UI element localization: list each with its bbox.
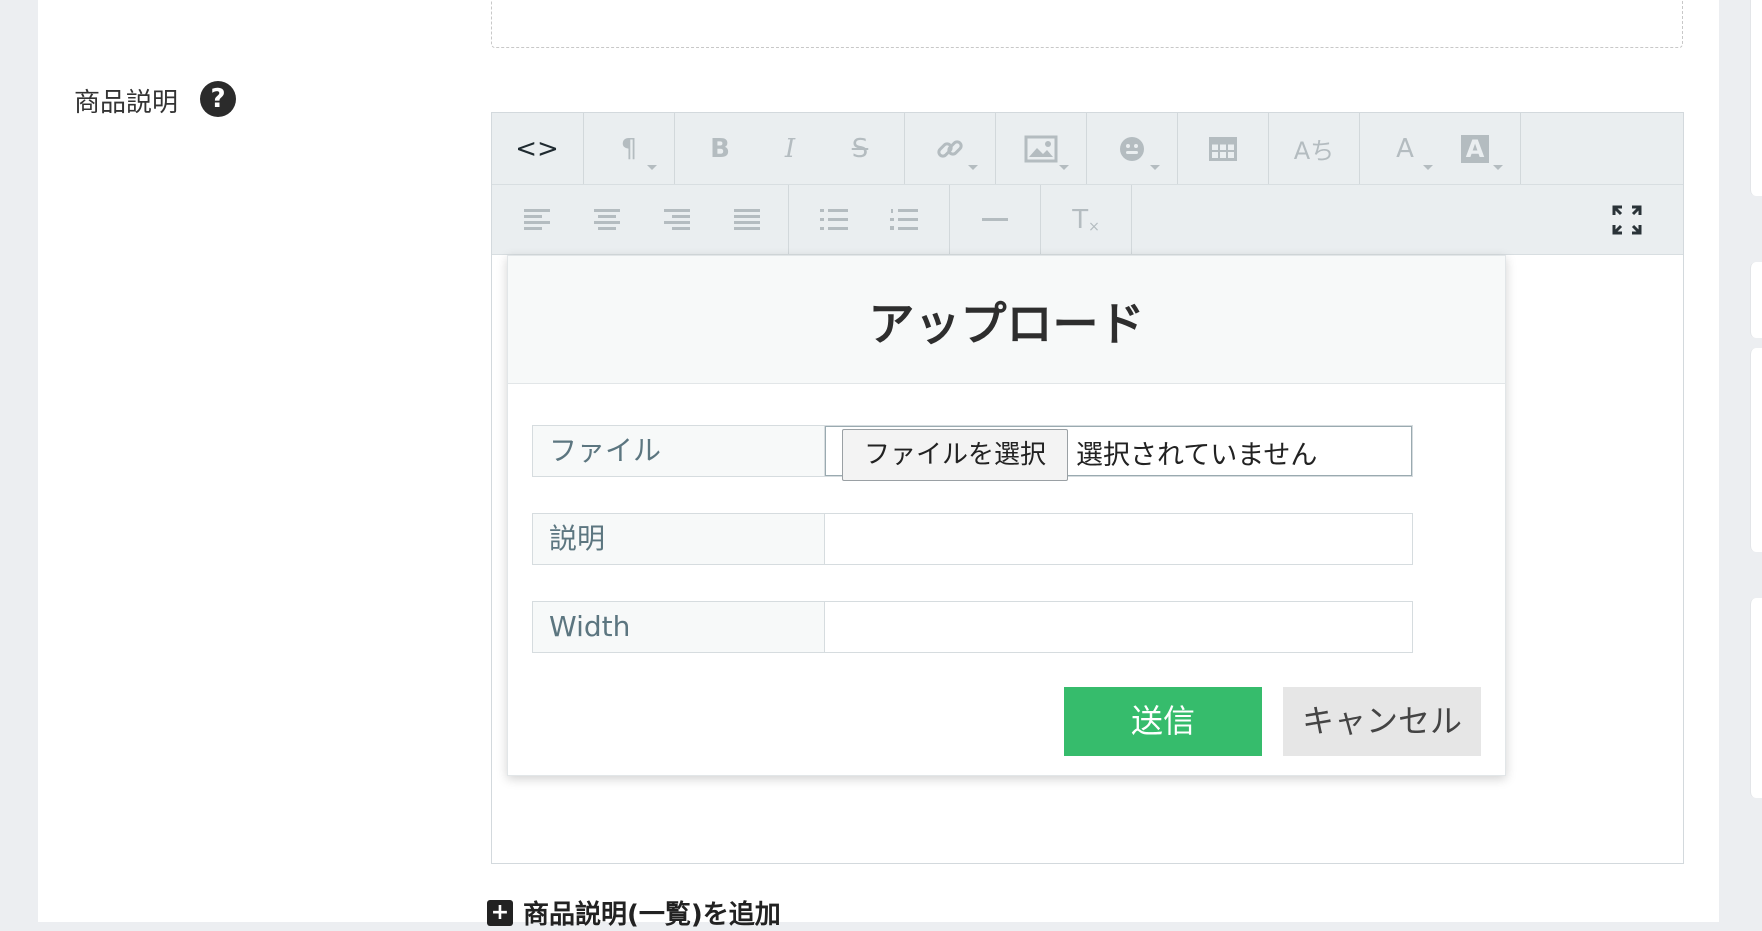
- toolbar-group: [1178, 113, 1269, 184]
- paragraph-format-icon[interactable]: ¶: [594, 113, 664, 184]
- upload-dialog: アップロード ファイル ファイルを選択 選択されていません 説明 Width 送…: [507, 255, 1506, 776]
- width-input[interactable]: [825, 602, 1412, 652]
- italic-icon[interactable]: I: [755, 113, 825, 184]
- caret-down-icon: [1150, 165, 1160, 170]
- image-icon[interactable]: [1006, 113, 1076, 184]
- caret-down-icon: [1423, 165, 1433, 170]
- help-icon[interactable]: ?: [200, 81, 236, 117]
- toolbar-row-2: T ×: [492, 185, 1683, 255]
- toolbar-group: <>: [492, 113, 584, 184]
- code-view-icon[interactable]: <>: [502, 113, 572, 184]
- bold-icon[interactable]: B: [685, 113, 755, 184]
- previous-field-box: [491, 0, 1683, 48]
- cancel-button[interactable]: キャンセル: [1283, 687, 1481, 756]
- dialog-title: アップロード: [868, 297, 1145, 351]
- right-card: [1750, 348, 1762, 552]
- file-row: ファイル ファイルを選択 選択されていません: [532, 425, 1413, 481]
- clear-format-glyph: T: [1072, 204, 1089, 235]
- choose-file-button[interactable]: ファイルを選択: [842, 429, 1068, 481]
- right-card: [1750, 262, 1762, 338]
- align-left-icon[interactable]: [502, 185, 572, 254]
- caret-down-icon: [647, 165, 657, 170]
- align-justify-icon[interactable]: [712, 185, 782, 254]
- bullet-list-icon[interactable]: [799, 185, 869, 254]
- align-right-icon[interactable]: [642, 185, 712, 254]
- toolbar-group: [789, 185, 950, 254]
- toolbar-group: Aち: [1269, 113, 1360, 184]
- numbered-list-icon[interactable]: [869, 185, 939, 254]
- description-label: 説明: [533, 514, 825, 564]
- caret-down-icon: [968, 165, 978, 170]
- ruby-icon[interactable]: Aち: [1279, 113, 1349, 184]
- toolbar-group: [1087, 113, 1178, 184]
- horizontal-rule-icon[interactable]: [960, 185, 1030, 254]
- description-row: 説明: [532, 513, 1413, 565]
- right-card: [1750, 598, 1762, 798]
- toolbar-group: [950, 185, 1041, 254]
- font-color-icon[interactable]: A: [1370, 113, 1440, 184]
- field-label: 商品説明: [74, 88, 179, 118]
- description-input[interactable]: [825, 514, 1412, 564]
- file-input[interactable]: ファイルを選択 選択されていません: [825, 426, 1412, 481]
- toolbar-group: T ×: [1041, 185, 1132, 254]
- fullscreen-icon[interactable]: [1592, 185, 1662, 254]
- toolbar-group: A A: [1360, 113, 1521, 184]
- toolbar-row-1: <> ¶ B I S Aち A A: [492, 113, 1683, 185]
- submit-button[interactable]: 送信: [1064, 687, 1262, 756]
- caret-down-icon: [1059, 165, 1069, 170]
- background-color-icon[interactable]: A: [1440, 113, 1510, 184]
- clear-format-x: ×: [1088, 218, 1100, 235]
- toolbar-group: [905, 113, 996, 184]
- link-icon[interactable]: [915, 113, 985, 184]
- toolbar-group: [996, 113, 1087, 184]
- clear-format-icon[interactable]: T ×: [1051, 185, 1121, 254]
- add-description-link[interactable]: + 商品説明(一覧)を追加: [487, 894, 781, 931]
- right-card: [1750, 0, 1762, 196]
- toolbar-group: [492, 185, 789, 254]
- file-label: ファイル: [533, 426, 825, 476]
- caret-down-icon: [1493, 165, 1503, 170]
- add-description-label: 商品説明(一覧)を追加: [523, 900, 781, 930]
- background-color-glyph: A: [1461, 134, 1489, 163]
- toolbar-group: ¶: [584, 113, 675, 184]
- table-icon[interactable]: [1188, 113, 1258, 184]
- file-status: 選択されていません: [1076, 440, 1318, 471]
- toolbar-group: B I S: [675, 113, 905, 184]
- width-row: Width: [532, 601, 1413, 653]
- dialog-header: アップロード: [508, 256, 1505, 384]
- strikethrough-icon[interactable]: S: [825, 113, 895, 184]
- emoticon-icon[interactable]: [1097, 113, 1167, 184]
- width-label: Width: [533, 602, 825, 652]
- align-center-icon[interactable]: [572, 185, 642, 254]
